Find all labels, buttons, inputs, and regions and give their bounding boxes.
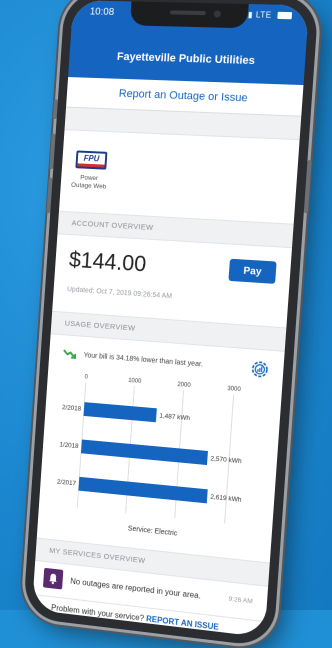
network-label: LTE: [256, 10, 272, 20]
trend-down-icon: [62, 349, 76, 359]
updated-timestamp: Updated: Oct 7, 2019 09:26:54 AM: [67, 286, 172, 300]
x-tick-label: 0: [84, 374, 88, 380]
bell-icon: [48, 572, 58, 585]
logo-label-line2: Outage Web: [64, 181, 113, 191]
bill-trend: Your bill is 34.18% lower than last year…: [62, 349, 203, 369]
bar-value-label: 2,619 kWh: [210, 494, 242, 504]
outage-status-time: 9:26 AM: [228, 596, 253, 606]
category-label: 2/2018: [62, 404, 82, 413]
usage-bar: [78, 477, 207, 504]
x-tick-label: 2000: [177, 382, 191, 389]
usage-bar: [81, 440, 208, 466]
fpu-logo-stripe: [77, 163, 104, 167]
x-tick-label: 1000: [128, 378, 142, 385]
gear-icon[interactable]: [250, 360, 270, 380]
outage-status-text: No outages are reported in your area.: [70, 577, 201, 601]
pay-button[interactable]: Pay: [228, 259, 276, 284]
notch: [129, 1, 248, 28]
category-label: 1/2018: [59, 441, 79, 450]
power-outage-web-card[interactable]: FPU Power Outage Web: [59, 129, 300, 225]
account-overview-card: $144.00 Pay Updated: Oct 7, 2019 09:26:5…: [52, 233, 292, 328]
app-title: Fayetteville Public Utilities: [69, 49, 305, 68]
bar-value-label: 1,487 kWh: [159, 412, 191, 422]
status-time: 10:08: [89, 6, 114, 17]
bill-trend-text: Your bill is 34.18% lower than last year…: [83, 352, 203, 368]
usage-bar: [84, 402, 157, 422]
battery-icon: [277, 12, 292, 19]
notification-badge: [43, 568, 63, 590]
bar-value-label: 2,570 kWh: [210, 455, 242, 465]
account-balance: $144.00: [68, 247, 147, 278]
phone-screen: 10:08 ▮▮▮ LTE Fayetteville Public Utilit…: [32, 0, 309, 637]
usage-bar-chart: 0 1000 2000 3000 2/2018 1,487 kWh 1/2018 2,570 …: [38, 368, 282, 539]
speaker: [169, 10, 205, 15]
fpu-logo: FPU: [75, 150, 107, 169]
power-outage-web-label: Power Outage Web: [64, 174, 113, 192]
phone-device: 10:08 ▮▮▮ LTE Fayetteville Public Utilit…: [23, 0, 319, 648]
usage-overview-card: Your bill is 34.18% lower than last year…: [37, 333, 285, 563]
x-tick-label: 3000: [227, 386, 242, 393]
camera: [213, 10, 221, 17]
category-label: 2/2017: [57, 479, 77, 488]
